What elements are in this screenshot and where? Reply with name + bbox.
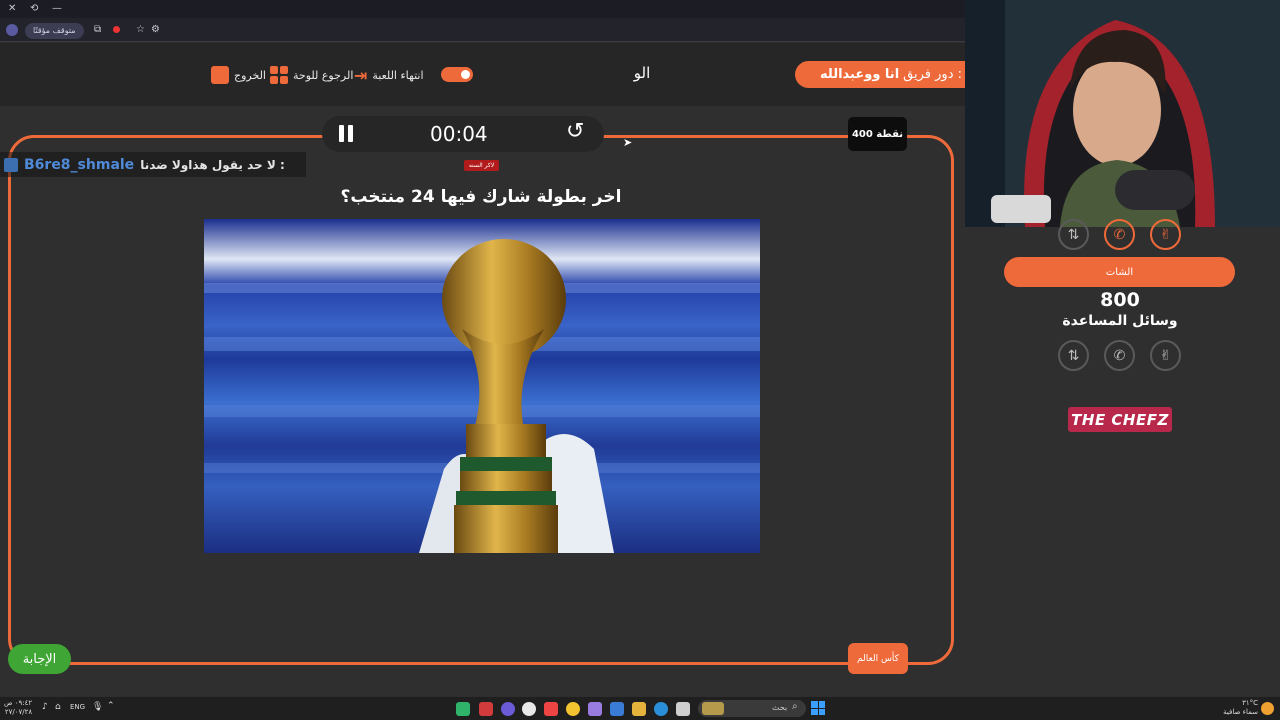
page-title: الو xyxy=(633,64,651,82)
team-turn-name: انا ووعبدالله xyxy=(820,67,900,82)
taskbar-search[interactable]: بحث ⌕ xyxy=(698,700,806,717)
clock-time: ٠٩:٤٢ ص xyxy=(4,699,33,707)
call-help-icon[interactable]: ✆ xyxy=(1104,340,1135,371)
windows-taskbar: ٠٩:٤٢ ص ٢٧/٠٧/٢٨ ♪ ⌂ ENG 🎙 ⌃ بحث ⌕ ٣١°C … xyxy=(0,696,1280,720)
search-placeholder: بحث xyxy=(772,703,788,712)
volume-icon[interactable]: ♪ xyxy=(42,702,48,712)
profile-avatar[interactable] xyxy=(6,24,18,36)
helps-title: وسائل المساعدة xyxy=(1062,313,1178,329)
reset-timer-icon[interactable]: ↺ xyxy=(566,119,584,144)
clock-date: ٢٧/٠٧/٢٨ xyxy=(4,708,33,716)
question-points: 400 نقطة xyxy=(848,117,907,151)
bookmark-star-icon[interactable]: ☆ xyxy=(136,21,145,39)
taskbar-clock[interactable]: ٠٩:٤٢ ص ٢٧/٠٧/٢٨ xyxy=(4,699,32,717)
browser-title-bar: ✕ ⟲ — xyxy=(0,0,965,18)
board-grid-icon xyxy=(270,66,288,84)
team-turn-prefix: دور فريق : xyxy=(903,67,962,82)
extensions-icon[interactable]: ⧉ xyxy=(94,21,101,39)
tray-overflow-icon[interactable]: ⌃ xyxy=(107,701,115,711)
site-settings-icon[interactable]: ⚙ xyxy=(151,21,160,39)
question-image xyxy=(204,219,760,553)
back-to-board-button[interactable]: الرجوع للوحة xyxy=(270,66,353,84)
chat-username: B6re8_shmale xyxy=(24,156,135,173)
team-turn-badge: انا ووعبدالله دور فريق : xyxy=(795,61,970,88)
timer-bar: 00:04 ↺ xyxy=(322,116,604,152)
file-explorer-icon[interactable] xyxy=(632,702,646,716)
taskbar-app-icon[interactable] xyxy=(676,702,690,716)
start-icon[interactable] xyxy=(811,701,825,715)
browser-toolbar: متوقف مؤقتًا ⧉ ☆ ⚙ xyxy=(0,18,965,42)
close-window-icon[interactable]: ✕ xyxy=(8,0,16,18)
taskbar-app-icon[interactable] xyxy=(610,702,624,716)
taskbar-app-icon[interactable] xyxy=(501,702,515,716)
sponsor-logo: THE CHEFZ xyxy=(1068,407,1172,432)
exit-label: الخروج xyxy=(234,68,266,82)
timer-display: 00:04 xyxy=(430,122,488,146)
game-toggle[interactable] xyxy=(441,67,473,82)
exit-icon xyxy=(211,66,229,84)
edge-icon[interactable] xyxy=(654,702,668,716)
question-tag: لاكر السنه xyxy=(464,160,499,171)
taskbar-app-icon[interactable] xyxy=(479,702,493,716)
question-text: اخر بطولة شارك فيها 24 منتخب؟ xyxy=(340,187,622,207)
team-score: 800 xyxy=(1100,289,1140,311)
network-icon[interactable]: ⌂ xyxy=(55,702,61,712)
arrow-exit-icon: ⇥ xyxy=(354,66,368,85)
mic-icon[interactable]: 🎙 xyxy=(92,702,103,712)
chrome-icon[interactable] xyxy=(566,702,580,716)
world-cup-trophy-image xyxy=(204,219,760,553)
weather-sun-icon xyxy=(1261,702,1274,715)
search-highlight-icon xyxy=(702,702,724,715)
taskbar-app-icon[interactable] xyxy=(588,702,602,716)
language-indicator[interactable]: ENG xyxy=(70,703,85,711)
category-button[interactable]: كأس العالم xyxy=(848,643,908,674)
profile-paused-pill[interactable]: متوقف مؤقتًا xyxy=(25,23,84,39)
taskbar-app-icon[interactable] xyxy=(544,702,558,716)
chat-user-badge-icon xyxy=(4,157,18,172)
swap-help-icon[interactable]: ⇅ xyxy=(1058,340,1089,371)
weather-temp: ٣١°C xyxy=(1242,699,1258,707)
weather-desc: سماء صافية xyxy=(1223,708,1258,716)
two-answers-help-icon[interactable]: ✌ xyxy=(1150,340,1181,371)
mouse-cursor-icon: ➤ xyxy=(623,136,633,149)
back-to-board-label: الرجوع للوحة xyxy=(293,68,354,82)
restore-window-icon[interactable]: ⟲ xyxy=(30,0,38,18)
pause-icon[interactable] xyxy=(338,124,354,144)
answer-button[interactable]: الإجابة xyxy=(8,644,71,674)
taskbar-app-icon[interactable] xyxy=(456,702,470,716)
call-help-icon[interactable]: ✆ xyxy=(1104,219,1135,250)
minimize-window-icon[interactable]: — xyxy=(52,0,62,18)
two-answers-help-icon[interactable]: ✌ xyxy=(1150,219,1181,250)
record-icon[interactable] xyxy=(113,26,120,33)
end-game-label: انتهاء اللعبة xyxy=(372,69,424,82)
chat-button[interactable]: الشات xyxy=(1004,257,1235,287)
chat-message: : لا حد يقول هذاولا ضدنا xyxy=(140,157,285,172)
swap-help-icon[interactable]: ⇅ xyxy=(1058,219,1089,250)
webcam-feed xyxy=(965,0,1280,227)
search-icon: ⌕ xyxy=(792,701,798,712)
exit-button[interactable]: الخروج xyxy=(211,66,266,84)
chat-overlay-line: B6re8_shmale : لا حد يقول هذاولا ضدنا xyxy=(0,152,306,177)
streamer-webcam-image xyxy=(965,0,1280,227)
steam-icon[interactable] xyxy=(522,702,536,716)
end-game-button[interactable]: ⇥ انتهاء اللعبة xyxy=(354,66,424,85)
weather-widget[interactable]: ٣١°C سماء صافية xyxy=(1222,699,1258,717)
